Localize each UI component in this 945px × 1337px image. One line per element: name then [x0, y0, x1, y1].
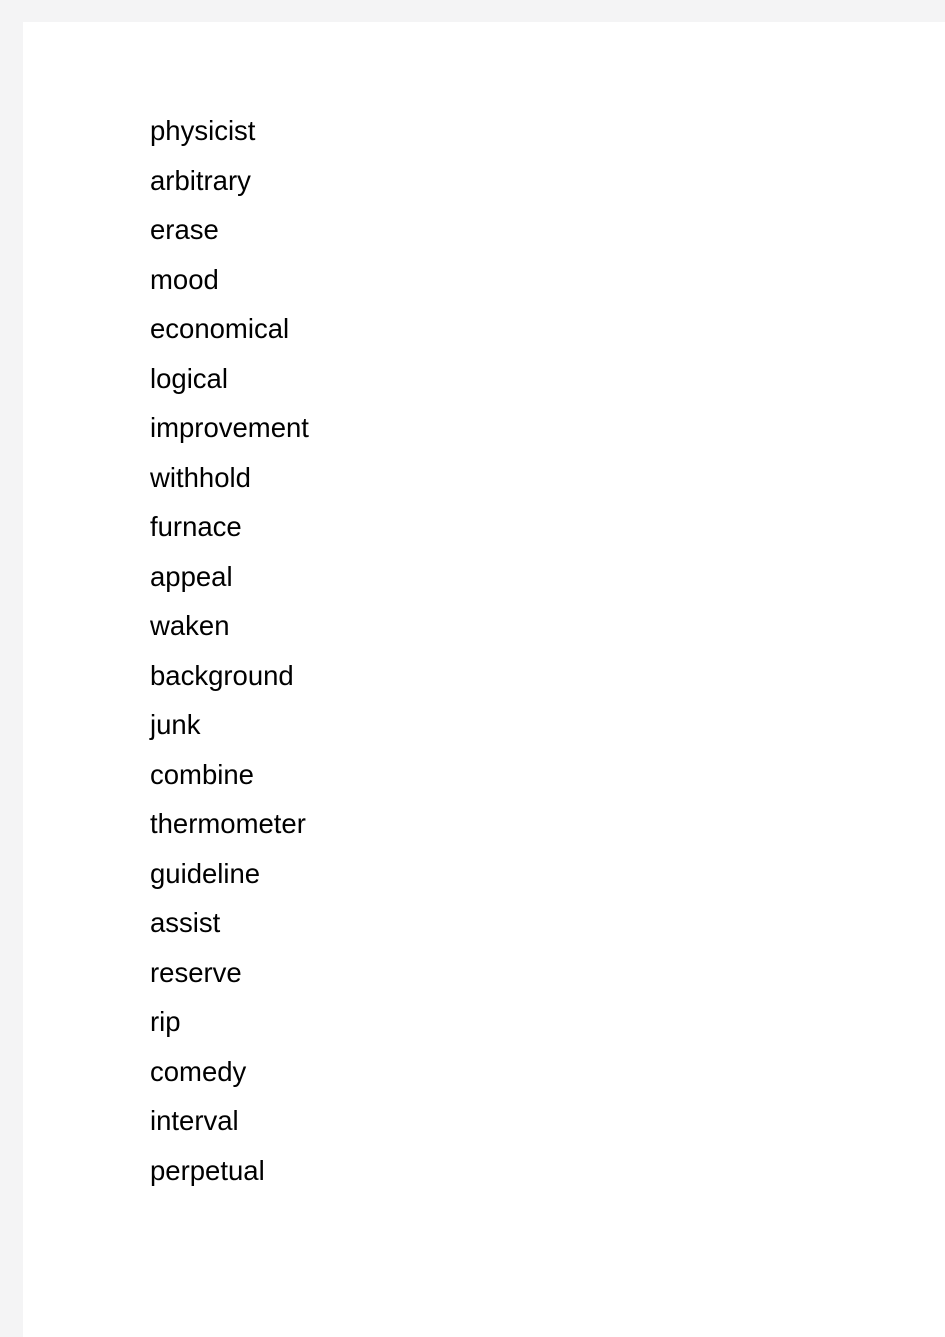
word-list-item: combine [150, 758, 254, 790]
word-list-item: rip [150, 1006, 181, 1037]
document-page: physicist arbitrary erase mood economical log… [23, 22, 945, 1337]
word-list-item: reserve [150, 956, 242, 988]
word-list-item: appeal [150, 560, 233, 592]
word-list-item: thermometer [150, 808, 306, 839]
word-list-item: withhold [150, 461, 251, 493]
word-list-item: junk [150, 709, 201, 740]
word-list-item: waken [150, 610, 230, 641]
word-list-item: interval [150, 1105, 239, 1136]
word-list-item: arbitrary [150, 164, 251, 196]
app-root: physicist arbitrary erase mood economical log… [0, 0, 945, 1337]
word-list-item: physicist [150, 115, 256, 146]
word-list-item: economical [150, 313, 290, 344]
word-list-item: assist [150, 907, 221, 938]
word-list: physicist arbitrary erase mood economical log… [150, 106, 309, 1195]
word-list-item: comedy [150, 1055, 247, 1087]
word-list-item: perpetual [150, 1154, 265, 1186]
word-list-item: background [150, 659, 294, 691]
word-list-item: furnace [150, 511, 242, 542]
word-list-item: improvement [150, 412, 309, 443]
word-list-item: logical [150, 362, 228, 394]
word-list-item: erase [150, 214, 219, 245]
word-list-item: mood [150, 263, 219, 295]
word-list-item: guideline [150, 857, 261, 889]
